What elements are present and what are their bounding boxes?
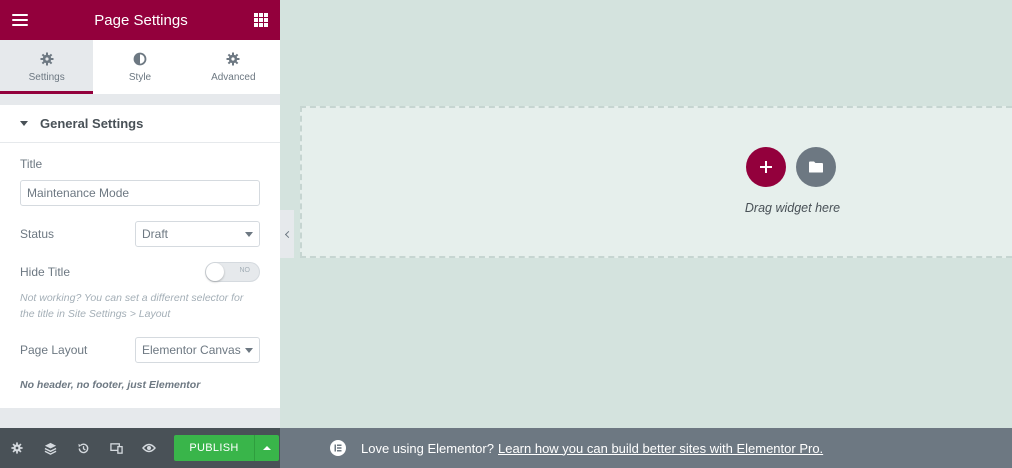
- empty-section-dropzone[interactable]: [300, 106, 1012, 258]
- promo-text: Love using Elementor?: [361, 440, 494, 456]
- promo-bar: Love using Elementor? Learn how you can …: [280, 428, 1012, 468]
- dropdown-arrow-icon: [245, 347, 253, 353]
- separator: [0, 95, 280, 105]
- half-circle-icon: [133, 52, 147, 66]
- publish-options-button[interactable]: [254, 435, 279, 461]
- panel-tabs: Settings Style Advanced: [0, 40, 280, 95]
- responsive-icon[interactable]: [109, 441, 123, 455]
- page-layout-row: Page Layout Elementor Canvas: [20, 337, 260, 363]
- status-select[interactable]: Draft: [135, 221, 260, 247]
- tab-label: Style: [128, 71, 152, 83]
- grid-icon[interactable]: [254, 13, 268, 27]
- section-header[interactable]: General Settings: [0, 105, 280, 143]
- page-layout-value: Elementor Canvas: [142, 343, 241, 357]
- folder-icon: [809, 161, 823, 173]
- layers-icon[interactable]: [43, 441, 57, 455]
- tab-label: Advanced: [211, 71, 256, 83]
- hide-title-note: Not working? You can set a different sel…: [20, 292, 244, 320]
- tab-style[interactable]: Style: [93, 40, 187, 94]
- history-icon[interactable]: [76, 441, 90, 455]
- editor-panel: Page Settings Settings Style Advanced Ge…: [0, 0, 280, 468]
- drag-widget-text: Drag widget here: [744, 201, 841, 215]
- tab-settings[interactable]: Settings: [0, 40, 94, 94]
- title-label: Title: [20, 157, 43, 171]
- add-template-button[interactable]: [796, 147, 836, 187]
- panel-title: Page Settings: [94, 11, 188, 29]
- settings-icon[interactable]: [10, 441, 24, 455]
- hide-title-label: Hide Title: [20, 265, 71, 279]
- controls: Title Status Draft Hide Title NO Not: [0, 143, 280, 408]
- caret-down-icon: [20, 121, 28, 126]
- general-settings-section: General Settings Title Status Draft Hide…: [0, 105, 280, 408]
- tab-label: Settings: [28, 71, 65, 83]
- plus-icon: [760, 161, 772, 173]
- panel-footer: PUBLISH: [0, 428, 280, 468]
- collapse-panel-handle[interactable]: [280, 210, 294, 258]
- page-layout-label: Page Layout: [20, 343, 88, 357]
- status-row: Status Draft: [20, 221, 260, 247]
- dropdown-arrow-icon: [245, 231, 253, 237]
- toggle-knob: [206, 263, 224, 281]
- elementor-logo-icon: [330, 440, 346, 456]
- dropzone-buttons: [746, 147, 836, 187]
- gear-icon: [40, 52, 54, 66]
- caret-up-icon: [263, 446, 271, 450]
- panel-header: Page Settings: [0, 0, 280, 40]
- page-layout-note: No header, no footer, just Elementor: [20, 379, 201, 391]
- status-value: Draft: [142, 227, 169, 241]
- gear-icon: [226, 52, 240, 66]
- status-label: Status: [20, 227, 55, 241]
- publish-button[interactable]: PUBLISH: [174, 435, 254, 461]
- promo-link[interactable]: Learn how you can build better sites wit…: [498, 441, 823, 456]
- toggle-state: NO: [239, 267, 251, 274]
- tab-advanced[interactable]: Advanced: [186, 40, 280, 94]
- hamburger-icon[interactable]: [12, 14, 28, 26]
- preview-icon[interactable]: [142, 441, 156, 455]
- title-input[interactable]: [20, 180, 260, 206]
- hide-title-toggle[interactable]: NO: [205, 262, 260, 282]
- hide-title-row: Hide Title NO: [20, 262, 260, 282]
- page-layout-select[interactable]: Elementor Canvas: [135, 337, 260, 363]
- section-title: General Settings: [40, 116, 144, 131]
- add-section-button[interactable]: [746, 147, 786, 187]
- chevron-left-icon: [284, 230, 292, 238]
